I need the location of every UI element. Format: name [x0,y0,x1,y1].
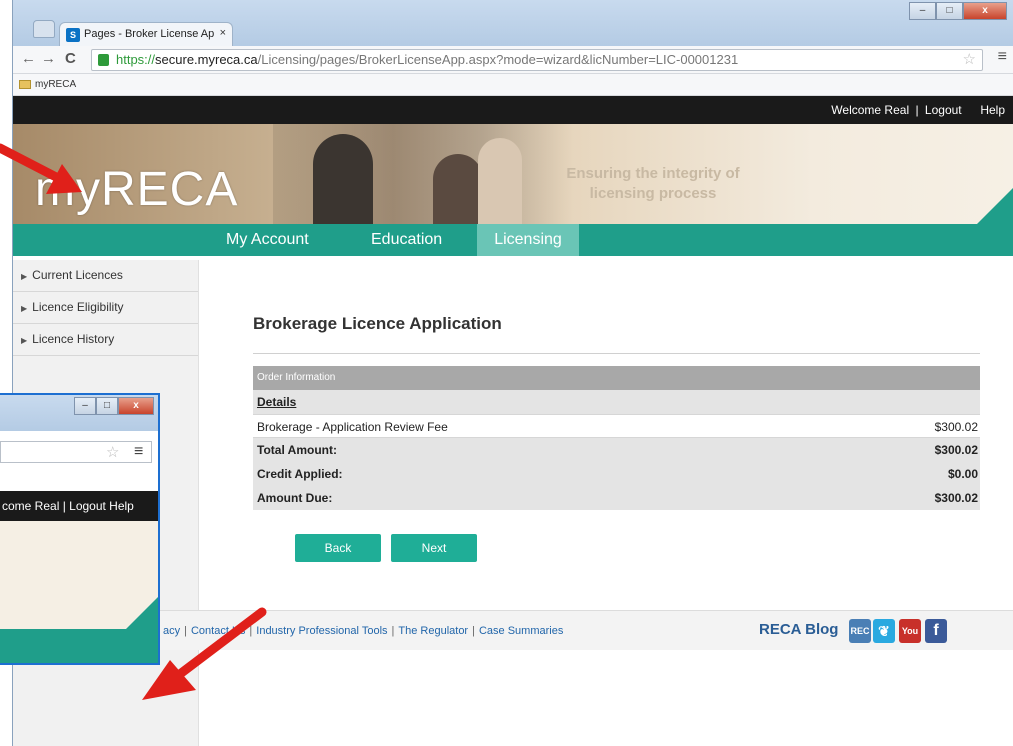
details-label: Details [257,395,297,409]
tab-close-icon[interactable]: × [220,27,226,39]
browser-menu-icon[interactable]: ≡ [998,48,1007,66]
myreca-logo[interactable]: myRECA [35,162,238,217]
inset-top-bar: come Real | Logout Help [0,491,158,521]
tagline-line-1: Ensuring the integrity of [566,165,740,182]
inset-address-bar[interactable] [0,441,152,463]
fee-label: Brokerage - Application Review Fee [257,420,448,434]
back-button[interactable]: Back [295,534,381,562]
folder-icon [19,80,31,89]
logout-link[interactable]: Logout [925,103,962,117]
due-value: $300.02 [934,491,978,505]
sidebar-item-label: Current Licences [32,268,123,282]
footer-link-privacy[interactable]: acy [163,625,180,637]
bookmark-myreca[interactable]: myRECA [35,79,76,90]
welcome-text: Welcome Real [831,103,910,117]
inset-nav [0,629,158,663]
nav-licensing[interactable]: Licensing [477,224,579,256]
bookmark-star-icon[interactable]: ☆ [963,50,976,70]
close-window-button[interactable]: x [963,2,1007,20]
details-row: Details [253,390,980,414]
facebook-icon[interactable]: f [925,619,947,643]
back-arrow-icon[interactable]: ← [21,50,36,67]
youtube-icon[interactable]: You [899,619,921,643]
credit-label: Credit Applied: [257,467,343,481]
rec-blog-icon[interactable]: REC [849,619,871,643]
credit-value: $0.00 [947,467,978,481]
sharepoint-icon: S [66,28,80,42]
maximize-button[interactable]: □ [936,2,963,20]
fee-row: Brokerage - Application Review Fee $300.0… [253,414,980,438]
reload-icon[interactable]: C [65,50,76,67]
reca-blog-link[interactable]: RECA Blog [759,621,838,638]
footer-link-tools[interactable]: Industry Professional Tools [256,625,387,637]
nav-education[interactable]: Education [371,224,442,256]
sidebar-item-current-licences[interactable]: ▶ Current Licences [13,260,198,292]
nav-my-account[interactable]: My Account [226,224,309,256]
total-label: Total Amount: [257,443,337,457]
inset-star-icon[interactable]: ☆ [106,443,119,461]
footer-link-case-summaries[interactable]: Case Summaries [479,625,563,637]
sidebar-item-licence-eligibility[interactable]: ▶ Licence Eligibility [13,292,198,324]
browser-tab[interactable]: S Pages - Broker License Ap × [59,22,233,46]
title-bar: S Pages - Broker License Ap × – □ x [13,0,1013,46]
sidebar-item-label: Licence Eligibility [32,300,124,314]
caret-right-icon: ▶ [21,304,28,313]
due-label: Amount Due: [257,491,333,505]
inset-window-controls: – □ x [74,397,154,415]
sidebar-item-label: Licence History [32,332,115,346]
tab-title: Pages - Broker License Ap [84,28,215,40]
browser-app-icon [33,20,55,38]
footer-link-regulator[interactable]: The Regulator [398,625,468,637]
footer-link-contact[interactable]: Contact Us [191,625,245,637]
total-value: $300.02 [934,443,978,457]
twitter-icon[interactable]: ❦ [873,619,895,643]
tagline: Ensuring the integrity of licensing proc… [553,164,753,204]
order-table: Order Information Details Brokerage - Ap… [253,366,980,510]
inset-minimize-button[interactable]: – [74,397,96,415]
separator: | [915,103,919,117]
caret-right-icon: ▶ [21,336,28,345]
minimize-button[interactable]: – [909,2,936,20]
tagline-line-2: licensing process [589,185,717,202]
inset-close-button[interactable]: x [118,397,154,415]
caret-right-icon: ▶ [21,272,28,281]
footer: acy | Contact Us | Industry Professional Too… [13,610,1013,650]
help-link[interactable]: Help [980,103,1005,117]
inset-window: – □ x ☆ ≡ come Real | Logout Help [0,393,160,665]
url-scheme: https:// [116,52,156,67]
top-bar: Welcome Real | Logout Help [13,96,1013,124]
bookmarks-bar: myRECA [13,74,1013,96]
main-nav: My Account Education Licensing [13,224,1013,256]
page-title: Brokerage Licence Application [253,314,502,333]
order-header: Order Information [253,366,980,390]
header-banner: myRECA Ensuring the integrity of licensi… [13,124,1013,224]
browser-toolbar: ← → C https://secure.myreca.ca/Licensing… [13,46,1013,74]
inset-maximize-button[interactable]: □ [96,397,118,415]
address-bar[interactable]: https://secure.myreca.ca/Licensing/pages… [91,49,983,71]
credit-row: Credit Applied: $0.00 [253,462,980,486]
browser-window: S Pages - Broker License Ap × – □ x ← → … [12,0,1013,746]
due-row: Amount Due: $300.02 [253,486,980,510]
inset-menu-icon[interactable]: ≡ [134,443,143,461]
inset-banner-corner [126,597,158,629]
next-button[interactable]: Next [391,534,477,562]
window-controls: – □ x [909,2,1007,20]
divider [253,353,980,354]
forward-arrow-icon[interactable]: → [41,50,56,67]
url-host: secure.myreca.ca [155,52,258,67]
url-path: /Licensing/pages/BrokerLicenseApp.aspx?m… [257,52,739,67]
banner-photo [273,124,573,224]
sidebar-item-licence-history[interactable]: ▶ Licence History [13,324,198,356]
fee-value: $300.02 [934,420,978,434]
inset-title-bar: – □ x [0,395,158,431]
banner-corner [977,188,1013,224]
lock-icon [98,54,109,66]
total-row: Total Amount: $300.02 [253,438,980,462]
